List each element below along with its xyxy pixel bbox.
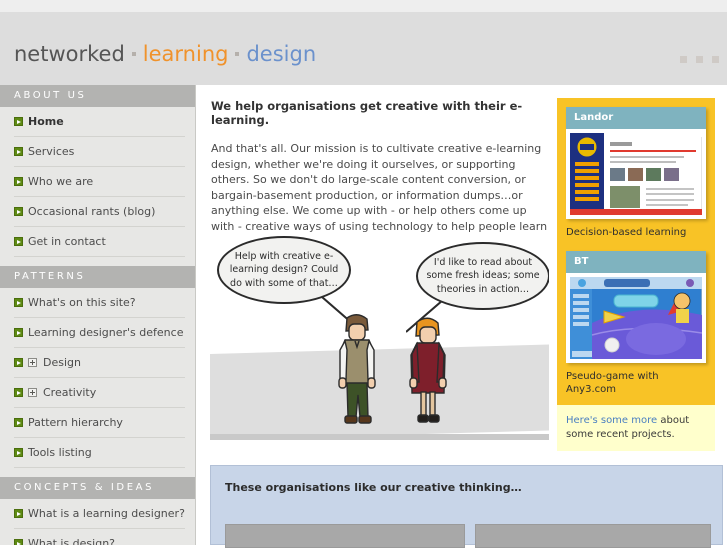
sidebar-item-tools-listing[interactable]: Tools listing [14,438,185,468]
arrow-bullet-icon [14,207,23,216]
sidebar-item-occasional-rants-blog[interactable]: Occasional rants (blog) [14,197,185,227]
sidebar-item-creativity[interactable]: Creativity [14,378,185,408]
sidebar-section-gap [0,468,195,477]
sidebar-item-home[interactable]: Home [14,107,185,137]
arrow-bullet-icon [14,117,23,126]
promo-client-name: BT [566,251,706,273]
sidebar-section-header: CONCEPTS & IDEAS [0,477,195,499]
speech-bubble-left-text: Help with creative e-learning design? Co… [229,250,339,289]
promo-screenshot-art [569,276,703,360]
logo-word-learning: learning [142,42,229,66]
arrow-bullet-icon [14,358,23,367]
arrow-bullet-icon [14,418,23,427]
top-strip [0,0,727,12]
masthead: networked learning design [0,12,727,85]
illustration-ground-shadow [210,434,549,440]
sidebar-item-what-is-design[interactable]: What is design? [14,529,185,545]
sidebar-item-label: Occasional rants (blog) [28,205,156,218]
arrow-bullet-icon [14,388,23,397]
promo-caption: Pseudo-game with Any3.com [566,371,659,395]
sidebar-item-label: Services [28,145,75,158]
sidebar-section-header: ABOUT US [0,85,195,107]
logo-word-networked: networked [14,42,125,66]
sidebar-item-label: What is a learning designer? [28,507,185,520]
logo-word-design: design [246,42,317,66]
intro-block: We help organisations get creative with … [211,99,549,250]
sidebar-item-label: What's on this site? [28,296,136,309]
sidebar-item-label: Design [43,356,81,369]
promo-screenshot[interactable]: Landor [566,107,706,219]
illustration-panel: Help with creative e-learning design? Co… [210,232,549,440]
sidebar-item-label: Get in contact [28,235,106,248]
promo-caption: Decision-based learning [566,227,687,238]
sidebar-item-label: What is design? [28,537,116,545]
corner-dot-2 [696,56,703,63]
arrow-bullet-icon [14,509,23,518]
corner-dots-decoration [680,56,719,63]
sidebar-item-learning-designer-s-defence-kit[interactable]: Learning designer's defence kit [14,318,185,348]
sidebar-navigation: ABOUT US Home Services Who we are Occasional… [0,85,196,545]
sidebar-item-label: Pattern hierarchy [28,416,123,429]
organisation-logo-1[interactable] [225,524,465,548]
corner-dot-3 [712,56,719,63]
promo-screenshot[interactable]: BT [566,251,706,363]
sidebar-item-label: Home [28,115,64,128]
speech-bubble-right-text: I'd like to read about some fresh ideas;… [426,256,540,295]
sidebar-item-what-s-on-this-site[interactable]: What's on this site? [14,288,185,318]
more-projects-link[interactable]: Here's some more [566,415,657,426]
logo-separator-2 [235,51,240,56]
sidebar-item-label: Creativity [43,386,97,399]
arrow-bullet-icon [14,328,23,337]
expand-plus-icon[interactable] [28,358,37,367]
sidebar-section-list: What's on this site? Learning designer's … [0,288,195,468]
expand-plus-icon[interactable] [28,388,37,397]
arrow-bullet-icon [14,147,23,156]
sidebar-item-label: Who we are [28,175,94,188]
sidebar-item-label: Learning designer's defence kit [28,326,185,339]
promo-footer: Here's some more about some recent proje… [557,405,715,451]
arrow-bullet-icon [14,298,23,307]
arrow-bullet-icon [14,177,23,186]
page-headline: We help organisations get creative with … [211,99,523,127]
promo-client-name: Landor [566,107,706,129]
organisations-title: These organisations like our creative th… [225,481,522,494]
sidebar-item-get-in-contact[interactable]: Get in contact [14,227,185,257]
promo-screenshot-art [569,132,703,216]
sidebar-section-list: What is a learning designer? What is desi… [0,499,195,545]
speech-bubble-right: I'd like to read about some fresh ideas;… [416,242,549,310]
sidebar-item-design[interactable]: Design [14,348,185,378]
sidebar-section-header: PATTERNS [0,266,195,288]
organisation-logo-2[interactable] [475,524,711,548]
sidebar-item-services[interactable]: Services [14,137,185,167]
arrow-bullet-icon [14,237,23,246]
promo-card[interactable]: BT Pseudo-game with Any3.com [566,251,706,396]
promo-card[interactable]: Landor Decision-based learning [566,107,706,239]
arrow-bullet-icon [14,539,23,545]
corner-dot-1 [680,56,687,63]
sidebar-section-gap [0,257,195,266]
sidebar-item-what-is-a-learning-designer[interactable]: What is a learning designer? [14,499,185,529]
sidebar-item-label: Tools listing [28,446,92,459]
site-logo[interactable]: networked learning design [14,42,316,66]
sidebar-section-list: Home Services Who we are Occasional rants (… [0,107,195,257]
organisations-panel: These organisations like our creative th… [210,465,723,548]
speech-bubble-left: Help with creative e-learning design? Co… [217,236,351,304]
sidebar-item-pattern-hierarchy[interactable]: Pattern hierarchy [14,408,185,438]
arrow-bullet-icon [14,448,23,457]
promo-column: Landor Decision-based learning BT Pseudo… [557,98,715,405]
sidebar-item-who-we-are[interactable]: Who we are [14,167,185,197]
person-man-illustration [338,314,376,424]
logo-separator-1 [131,51,136,56]
person-woman-illustration [409,317,447,423]
